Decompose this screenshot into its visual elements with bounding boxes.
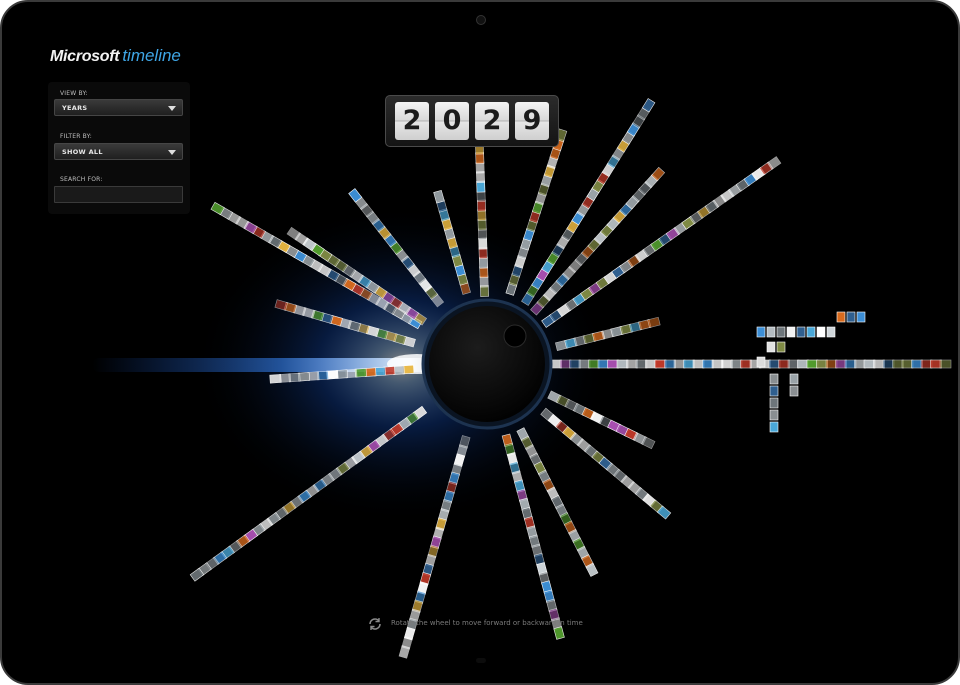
chevron-down-icon [168, 150, 176, 155]
year-digit: 0 [435, 102, 469, 140]
year-digit: 2 [395, 102, 429, 140]
photo-thumbnail[interactable] [939, 359, 952, 369]
filter-by-label: FILTER BY: [60, 133, 92, 140]
brand-product: timeline [122, 46, 181, 65]
photo-thumbnail[interactable] [776, 326, 786, 338]
control-panel: VIEW BY: YEARS FILTER BY: SHOW ALL SEARC… [48, 82, 190, 214]
photo-thumbnail[interactable] [766, 341, 776, 353]
photo-thumbnail[interactable] [769, 397, 779, 409]
camera-icon [476, 15, 486, 25]
tablet-device: Microsoft timeline VIEW BY: YEARS FILTER … [0, 0, 960, 685]
rotate-icon [369, 618, 381, 630]
year-digit: 9 [515, 102, 549, 140]
photo-thumbnail[interactable] [856, 311, 866, 323]
photo-thumbnail[interactable] [647, 316, 661, 328]
photo-thumbnail[interactable] [769, 385, 779, 397]
photo-thumbnail[interactable] [769, 373, 779, 385]
year-counter: 2 0 2 9 [385, 95, 559, 147]
filter-by-value: SHOW ALL [62, 148, 103, 156]
search-label: SEARCH FOR: [60, 176, 103, 183]
view-by-value: YEARS [62, 104, 88, 112]
photo-thumbnail[interactable] [433, 189, 445, 204]
search-input[interactable] [54, 186, 183, 203]
photo-thumbnail[interactable] [398, 645, 411, 659]
photo-thumbnail[interactable] [756, 326, 766, 338]
view-by-label: VIEW BY: [60, 90, 88, 97]
view-by-select[interactable]: YEARS [54, 99, 183, 116]
photo-thumbnail[interactable] [836, 311, 846, 323]
photo-thumbnail[interactable] [776, 341, 786, 353]
photo-thumbnail[interactable] [769, 421, 779, 433]
year-digit: 2 [475, 102, 509, 140]
home-indicator [476, 658, 486, 663]
photo-thumbnail[interactable] [269, 374, 282, 384]
photo-thumbnail[interactable] [766, 326, 776, 338]
photo-thumbnail[interactable] [786, 326, 796, 338]
photo-thumbnail[interactable] [756, 356, 766, 368]
photo-thumbnail[interactable] [796, 326, 806, 338]
photo-thumbnail[interactable] [789, 373, 799, 385]
photo-thumbnail[interactable] [826, 326, 836, 338]
filter-by-select[interactable]: SHOW ALL [54, 143, 183, 160]
brand-name: Microsoft [50, 48, 120, 65]
photo-thumbnail[interactable] [553, 626, 565, 640]
photo-thumbnail[interactable] [816, 326, 826, 338]
photo-thumbnail[interactable] [846, 311, 856, 323]
chevron-down-icon [168, 106, 176, 111]
brand-logo: Microsoft timeline [50, 46, 181, 66]
photo-thumbnail[interactable] [769, 409, 779, 421]
photo-thumbnail[interactable] [806, 326, 816, 338]
photo-thumbnail[interactable] [789, 385, 799, 397]
hint-text: Rotate the wheel to move forward or back… [391, 619, 583, 627]
wheel-hub[interactable] [421, 298, 553, 430]
